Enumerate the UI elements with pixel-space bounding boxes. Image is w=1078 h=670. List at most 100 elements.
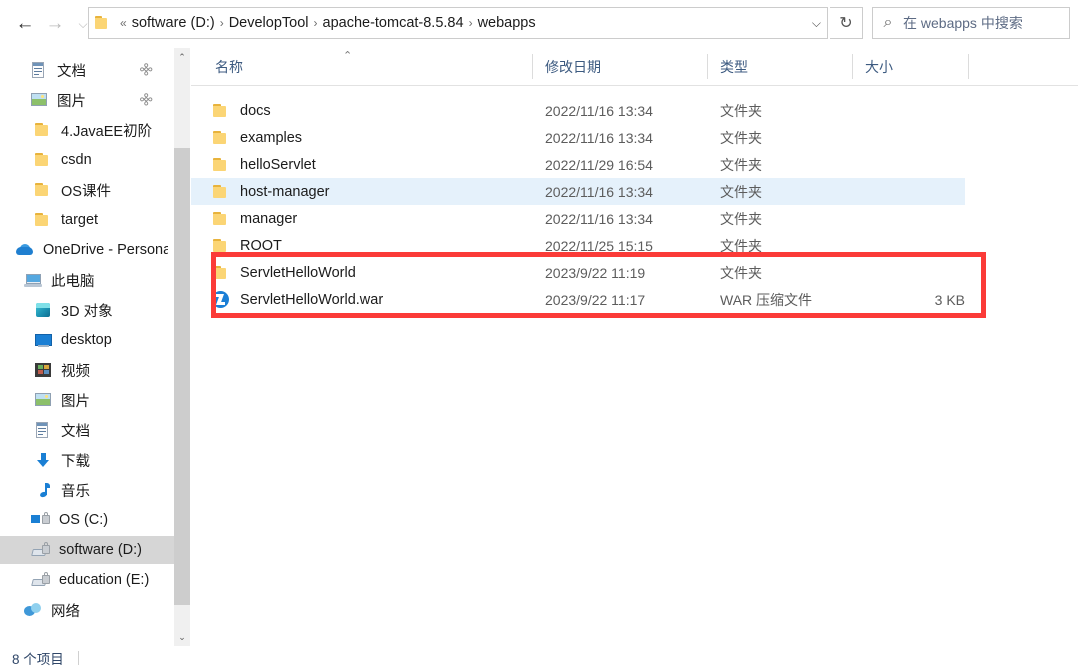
column-header[interactable]: 名称: [203, 48, 243, 85]
file-date-modified: 2023/9/22 11:19: [545, 264, 646, 281]
breadcrumb-segment-3[interactable]: webapps: [478, 15, 536, 31]
sidebar-item-label: software (D:): [59, 542, 142, 558]
file-type: 文件夹: [720, 156, 762, 173]
column-separator[interactable]: [968, 54, 969, 79]
file-row[interactable]: docs 2022/11/16 13:34 文件夹: [191, 97, 1078, 124]
sidebar-item-label: 3D 对象: [61, 303, 113, 320]
sidebar-item-label: OS (C:): [59, 512, 109, 528]
file-row[interactable]: ROOT 2022/11/25 15:15 文件夹: [191, 232, 1078, 259]
file-type: 文件夹: [720, 237, 762, 254]
chevron-down-icon[interactable]: ⌵: [812, 8, 821, 38]
navigation-scrollbar[interactable]: ⌃ ⌄: [174, 48, 190, 646]
sidebar-item[interactable]: target: [0, 206, 174, 234]
file-date-modified: 2023/9/22 11:17: [545, 291, 646, 308]
sidebar-item[interactable]: 此电脑: [0, 266, 174, 294]
file-type: 文件夹: [720, 102, 762, 119]
sidebar-item[interactable]: 视频: [0, 356, 174, 384]
status-divider: [77, 651, 79, 665]
scrollbar-thumb[interactable]: [174, 148, 190, 605]
folder-icon: [210, 129, 232, 147]
sidebar-item-label: education (E:): [59, 572, 150, 588]
this-pc-icon: [22, 271, 44, 289]
sidebar-item[interactable]: 3D 对象: [0, 296, 174, 324]
sidebar-item[interactable]: desktop: [0, 326, 174, 354]
sidebar-item[interactable]: csdn: [0, 146, 174, 174]
sidebar-item[interactable]: 文档 ⌘: [0, 56, 174, 84]
folder-icon: [210, 183, 232, 201]
file-name: ServletHelloWorld.war: [240, 291, 384, 308]
forward-button[interactable]: →: [40, 6, 70, 42]
folder-icon: [210, 156, 232, 174]
picture-icon: [32, 391, 54, 409]
file-name: ServletHelloWorld: [240, 264, 356, 281]
search-icon: ⌕: [883, 14, 893, 31]
network-icon: [22, 601, 44, 619]
sidebar-item[interactable]: OS课件: [0, 176, 174, 204]
file-name: helloServlet: [240, 156, 316, 173]
folder-icon: [32, 211, 54, 229]
file-name: docs: [240, 102, 271, 119]
file-name: host-manager: [240, 183, 330, 200]
breadcrumb-separator[interactable]: ›: [220, 16, 224, 30]
file-date-modified: 2022/11/29 16:54: [545, 156, 653, 173]
sidebar-item[interactable]: 图片 ⌘: [0, 86, 174, 114]
file-date-modified: 2022/11/16 13:34: [545, 129, 653, 146]
document-icon: [28, 61, 50, 79]
document-icon: [32, 421, 54, 439]
file-type: 文件夹: [720, 129, 762, 146]
drive-os-icon: [30, 511, 52, 529]
breadcrumb[interactable]: « software (D:) › DevelopTool › apache-t…: [88, 7, 828, 39]
search-box[interactable]: ⌕ 在 webapps 中搜索: [872, 7, 1070, 39]
breadcrumb-segment-2[interactable]: apache-tomcat-8.5.84: [323, 15, 464, 31]
sidebar-item-label: target: [61, 212, 99, 228]
sort-ascending-icon: ⌃: [343, 50, 353, 62]
sidebar-item-label: 4.JavaEE初阶: [61, 123, 153, 140]
file-row[interactable]: manager 2022/11/16 13:34 文件夹: [191, 205, 1078, 232]
refresh-button[interactable]: ↻: [830, 7, 863, 39]
file-row[interactable]: host-manager 2022/11/16 13:34 文件夹: [191, 178, 965, 205]
file-date-modified: 2022/11/16 13:34: [545, 210, 653, 227]
sidebar-item[interactable]: education (E:): [0, 566, 174, 594]
column-header[interactable]: 修改日期: [533, 48, 601, 85]
sidebar-item[interactable]: software (D:): [0, 536, 174, 564]
file-type: 文件夹: [720, 210, 762, 227]
music-icon: [32, 481, 54, 499]
sidebar-item[interactable]: OS (C:): [0, 506, 174, 534]
file-row[interactable]: examples 2022/11/16 13:34 文件夹: [191, 124, 1078, 151]
breadcrumb-segment-0[interactable]: software (D:): [132, 15, 215, 31]
sidebar-item-label: 图片: [57, 93, 86, 110]
folder-icon: [210, 102, 232, 120]
sidebar-item[interactable]: 图片: [0, 386, 174, 414]
breadcrumb-segment-1[interactable]: DevelopTool: [229, 15, 309, 31]
item-count-label: 8 个项目: [12, 652, 64, 667]
column-header-row: ⌃ 名称 修改日期 类型 大小: [191, 48, 1078, 86]
sidebar-item[interactable]: OneDrive - Personal: [0, 236, 174, 264]
status-bar: 8 个项目: [0, 646, 1078, 670]
sidebar-item[interactable]: 音乐: [0, 476, 174, 504]
scroll-up-icon[interactable]: ⌃: [174, 48, 190, 66]
file-size: 3 KB: [934, 291, 965, 308]
file-row[interactable]: helloServlet 2022/11/29 16:54 文件夹: [191, 151, 1078, 178]
breadcrumb-overflow[interactable]: «: [120, 16, 127, 30]
back-button[interactable]: ←: [10, 6, 40, 42]
column-header[interactable]: 大小: [853, 48, 893, 85]
file-row[interactable]: ServletHelloWorld 2023/9/22 11:19 文件夹: [191, 259, 1078, 286]
file-type: 文件夹: [720, 183, 762, 200]
pin-icon[interactable]: ⌘: [135, 60, 156, 81]
sidebar-item[interactable]: 文档: [0, 416, 174, 444]
folder-icon: [210, 264, 232, 282]
sidebar-item[interactable]: 4.JavaEE初阶: [0, 116, 174, 144]
breadcrumb-separator[interactable]: ›: [469, 16, 473, 30]
file-type: 文件夹: [720, 264, 762, 281]
breadcrumb-separator[interactable]: ›: [314, 16, 318, 30]
file-list-pane: ⌃ 名称 修改日期 类型 大小 docs 2022/11/16 13:34 文件夹 exam…: [191, 48, 1078, 646]
sidebar-item-label: 下载: [61, 453, 90, 470]
file-row[interactable]: ServletHelloWorld.war 2023/9/22 11:17 WAR …: [191, 286, 1078, 313]
download-icon: [32, 451, 54, 469]
sidebar-item[interactable]: 下载: [0, 446, 174, 474]
pin-icon[interactable]: ⌘: [135, 90, 156, 111]
sidebar-item[interactable]: 网络: [0, 596, 174, 624]
column-header[interactable]: 类型: [708, 48, 748, 85]
search-input[interactable]: 在 webapps 中搜索: [903, 13, 1023, 33]
scroll-down-icon[interactable]: ⌄: [174, 628, 190, 646]
